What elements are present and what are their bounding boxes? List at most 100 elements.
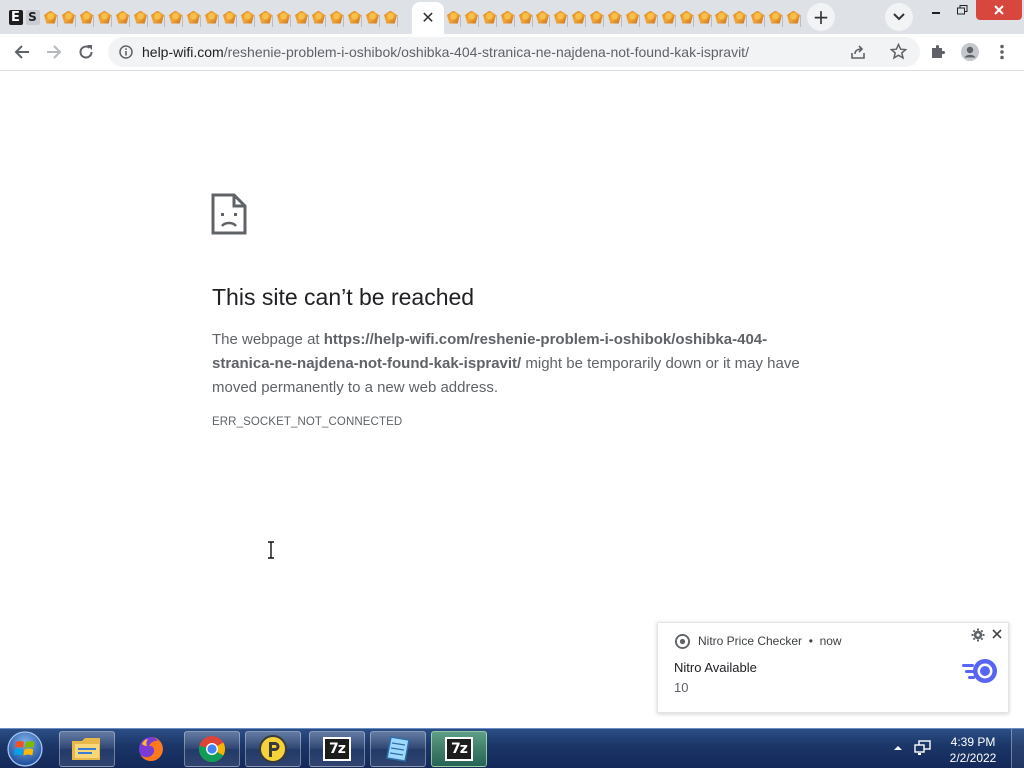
pinned-tab-favicon[interactable] [499,7,516,27]
new-tab-button[interactable]: + [807,3,835,31]
firefox-icon [139,737,163,761]
pinned-tab-favicon[interactable] [382,7,399,27]
pinned-tab-favicon[interactable] [678,7,695,27]
tab-close-button[interactable]: ✕ [421,10,434,26]
clock-date: 2/2/2022 [949,751,997,765]
pinned-tab-favicon[interactable] [624,7,641,27]
network-icon[interactable] [914,740,932,756]
7zip-icon: 7z [323,737,351,761]
taskbar-firefox[interactable] [123,731,179,767]
close-icon [994,5,1004,15]
star-icon [889,42,908,60]
sad-page-icon [211,193,247,235]
pinned-tab-favicon[interactable] [731,7,748,27]
bookmark-button[interactable] [889,42,908,65]
pinned-tab-favicon[interactable] [346,7,363,27]
forward-button[interactable] [40,38,68,66]
share-button[interactable] [850,44,866,65]
error-code: ERR_SOCKET_NOT_CONNECTED [212,416,403,428]
show-hidden-icons-icon[interactable] [893,743,903,753]
notification-toast[interactable]: Nitro Price Checker • now Nitro Availabl… [657,622,1009,713]
taskbar-7zip-1[interactable]: 7z [309,731,365,767]
pinned-tab-favicon[interactable] [132,7,149,27]
pinned-tab-favicon[interactable] [257,7,274,27]
extensions-button[interactable] [924,38,952,66]
minimize-icon [931,12,940,14]
pinned-tab-favicon[interactable] [167,7,184,27]
more-vert-icon [1000,44,1004,60]
pinned-tab-favicon[interactable] [713,7,730,27]
taskbar-notepad[interactable] [370,731,426,767]
arrow-right-icon [47,45,62,59]
pinned-tab-favicon[interactable] [534,7,551,27]
pinned-tab-favicon[interactable] [445,7,462,27]
chrome-icon [675,634,690,649]
taskbar-chrome[interactable] [184,731,240,767]
tab-s-favicon[interactable] [24,7,41,27]
show-desktop-button[interactable] [1011,729,1024,768]
pinned-tab-favicon[interactable] [785,7,802,27]
minimize-button[interactable] [922,0,949,20]
arrow-left-icon [14,45,29,59]
pinned-tab-favicon[interactable] [660,7,677,27]
pinned-tab-favicon[interactable] [749,7,766,27]
pinned-tab-favicon[interactable] [185,7,202,27]
share-icon [851,45,865,59]
tab-e-favicon[interactable] [7,7,24,27]
taskbar-file-explorer[interactable] [59,731,115,767]
pinned-tab-favicon[interactable] [481,7,498,27]
restore-button[interactable] [949,0,975,20]
system-clock[interactable]: 4:39 PM 2/2/2022 [944,734,1002,766]
7zip-icon: 7z [445,737,473,761]
pinned-tab-favicon[interactable] [552,7,569,27]
nitro-logo-icon [962,659,997,683]
pinned-tab-favicon[interactable] [275,7,292,27]
pinned-tab-favicon[interactable] [642,7,659,27]
pinned-tab-favicon[interactable] [221,7,238,27]
reload-button[interactable] [72,38,100,66]
pinned-tab-favicon[interactable] [293,7,310,27]
pinned-tab-favicon[interactable] [570,7,587,27]
restore-icon [956,5,967,15]
taskbar-7zip-2[interactable]: 7z [431,731,487,767]
pinned-tab-favicon[interactable] [588,7,605,27]
pinned-tab-favicon[interactable] [42,7,59,27]
browser-toolbar: help-wifi.com/reshenie-problem-i-oshibok… [0,34,1024,71]
pinned-tab-favicon[interactable] [463,7,480,27]
notification-app-name: Nitro Price Checker [698,634,803,648]
start-button[interactable] [3,730,47,768]
profile-button[interactable] [956,38,984,66]
notification-separator: • [808,634,813,648]
pinned-tab-favicon[interactable] [96,7,113,27]
pinned-tab-favicon[interactable] [767,7,784,27]
pinned-tab-favicon[interactable] [149,7,166,27]
chrome-icon [198,736,226,763]
pinned-tab-favicon[interactable] [328,7,345,27]
pinned-tab-favicon[interactable] [239,7,256,27]
pinned-tab-favicon[interactable] [60,7,77,27]
menu-button[interactable] [988,38,1016,66]
url-text[interactable]: help-wifi.com/reshenie-problem-i-oshibok… [142,44,749,60]
pinned-tab-favicon[interactable] [78,7,95,27]
pinned-tab-favicon[interactable] [606,7,623,27]
pinned-tab-favicon[interactable] [310,7,327,27]
puzzle-icon [932,45,945,58]
address-bar[interactable]: help-wifi.com/reshenie-problem-i-oshibok… [108,37,920,67]
pinned-tab-favicon[interactable] [364,7,381,27]
url-path: /reshenie-problem-i-oshibok/oshibka-404-… [223,44,749,60]
url-host: help-wifi.com [142,44,224,60]
error-desc-prefix: The webpage at [212,331,324,348]
error-description: The webpage at https://help-wifi.com/res… [212,328,822,400]
notification-close-icon[interactable] [990,627,1004,641]
tab-search-button[interactable] [885,3,913,31]
clock-time: 4:39 PM [950,735,996,749]
taskbar-p-app[interactable] [245,731,301,767]
pinned-tab-favicon[interactable] [696,7,713,27]
pinned-tab-favicon[interactable] [517,7,534,27]
back-button[interactable] [8,38,36,66]
pinned-tab-favicon[interactable] [203,7,220,27]
active-tab[interactable]: ✕ [412,2,444,34]
window-close-button[interactable] [976,0,1022,20]
pinned-tab-favicon[interactable] [114,7,131,27]
gear-icon[interactable] [971,628,985,642]
